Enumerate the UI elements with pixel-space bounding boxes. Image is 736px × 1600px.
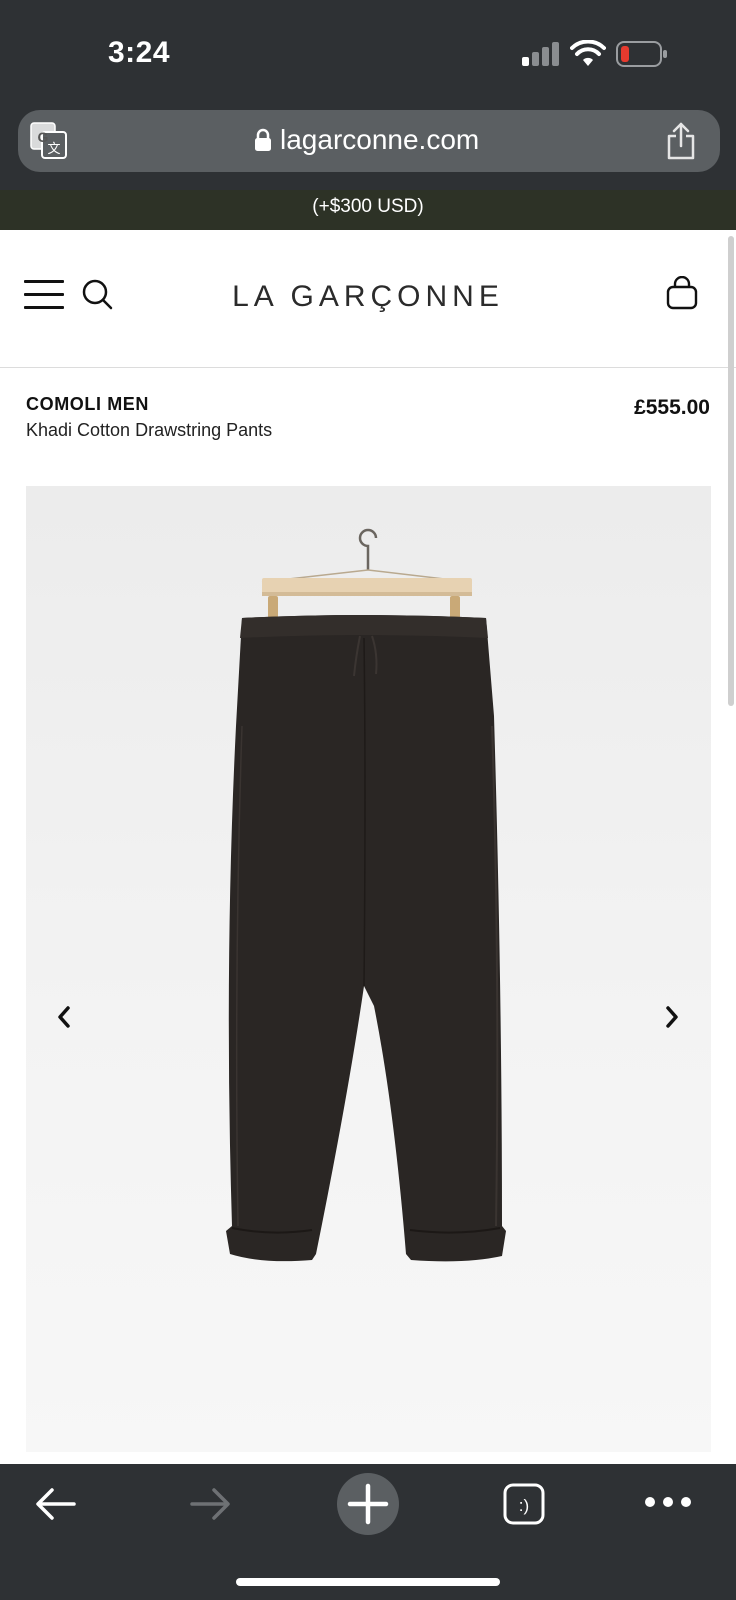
pants-illustration — [226, 528, 506, 1262]
battery-icon — [616, 41, 667, 67]
product-price: £555.00 — [634, 396, 710, 419]
share-icon[interactable] — [664, 122, 698, 160]
url-text[interactable]: lagarconne.com — [280, 124, 479, 156]
browser-chrome-top: 3:24 G 文 lagarconne.com — [0, 0, 736, 190]
status-time: 3:24 — [108, 36, 171, 69]
page-scrollbar[interactable] — [728, 236, 734, 706]
shopping-bag-icon[interactable] — [666, 276, 698, 310]
translate-icon[interactable]: G 文 — [30, 122, 68, 160]
cellular-signal-icon — [522, 42, 560, 66]
plus-icon[interactable] — [336, 1472, 400, 1536]
product-brand[interactable]: COMOLI MEN — [26, 394, 149, 415]
more-icon[interactable] — [644, 1494, 692, 1510]
promo-text: (+$300 USD) — [312, 196, 424, 217]
home-indicator[interactable] — [236, 1578, 500, 1586]
chevron-right-icon[interactable] — [660, 1002, 684, 1032]
forward-arrow-icon[interactable] — [186, 1484, 234, 1524]
lock-icon — [255, 128, 271, 151]
tabs-icon[interactable]: :) — [502, 1482, 546, 1526]
site-header: LA GARÇONNE — [0, 230, 736, 368]
svg-text:文: 文 — [47, 141, 60, 156]
address-bar[interactable]: G 文 lagarconne.com — [18, 110, 720, 172]
site-logo[interactable]: LA GARÇONNE — [0, 280, 736, 314]
svg-text::): :) — [519, 1496, 529, 1515]
wifi-icon — [570, 40, 606, 66]
back-arrow-icon[interactable] — [32, 1484, 80, 1524]
chevron-left-icon[interactable] — [52, 1002, 76, 1032]
promo-banner: (+$300 USD) — [0, 190, 736, 230]
product-name: Khadi Cotton Drawstring Pants — [26, 420, 273, 440]
product-image[interactable] — [26, 486, 711, 1452]
